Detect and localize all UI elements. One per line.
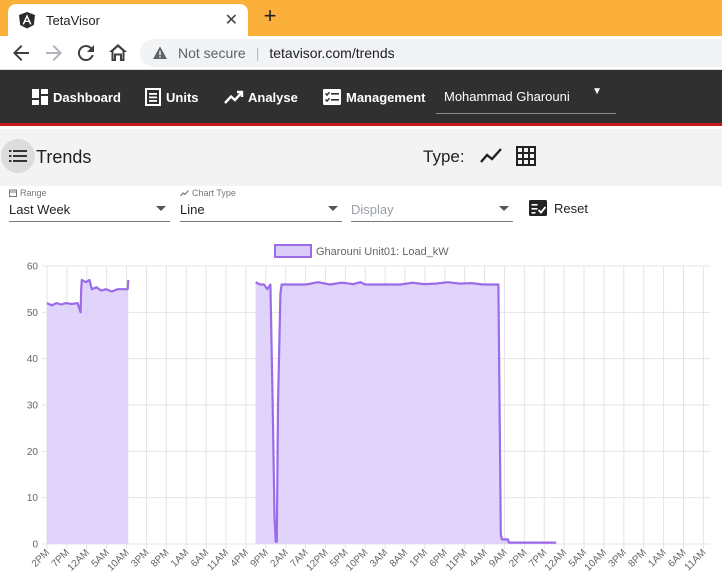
x-tick-label: 3AM — [368, 547, 390, 569]
y-tick-label: 50 — [27, 308, 39, 319]
user-name: Mohammad Gharouni — [444, 89, 570, 104]
units-icon — [145, 88, 161, 106]
table-grid-type-icon[interactable] — [516, 146, 536, 166]
checklist-icon — [529, 200, 547, 216]
browser-tab-strip: TetaVisor ✕ + — [0, 0, 722, 36]
legend-label[interactable]: Gharouni Unit01: Load_kW — [316, 246, 449, 258]
range-value: Last Week — [9, 202, 71, 217]
series-area-fill — [47, 279, 129, 544]
nav-analyse[interactable]: Analyse — [224, 88, 298, 106]
list-menu-button[interactable] — [1, 139, 35, 173]
x-tick-label: 3PM — [129, 547, 151, 569]
management-icon — [323, 89, 341, 105]
range-caret-icon — [156, 206, 166, 211]
x-tick-label: 11AM — [205, 547, 231, 573]
trend-chart: 0102030405060 2PM7PM12AM5AM10AM3PM8PM1AM… — [27, 244, 710, 574]
x-tick-label: 9PM — [249, 547, 271, 569]
x-tick-label: 4PM — [229, 547, 251, 569]
series-area-fill — [255, 282, 557, 544]
user-menu-caret-icon: ▼ — [592, 86, 602, 97]
y-tick-label: 40 — [27, 354, 39, 365]
chart-type-select[interactable]: Chart Type Line — [180, 186, 342, 222]
omnibox-separator: | — [255, 45, 260, 61]
x-axis-ticks: 2PM7PM12AM5AM10AM3PM8PM1AM6AM11AM4PM9PM2… — [30, 547, 709, 573]
nav-dashboard-label: Dashboard — [53, 89, 121, 105]
tab-close-icon[interactable]: ✕ — [225, 10, 238, 30]
not-secure-label: Not secure — [178, 45, 246, 61]
x-tick-label: 2AM — [268, 547, 290, 569]
angular-logo-icon — [19, 12, 35, 29]
x-tick-label: 10AM — [105, 547, 131, 573]
series-area — [46, 278, 557, 544]
x-tick-label: 12PM — [304, 547, 330, 573]
list-icon — [9, 150, 27, 162]
new-tab-button[interactable]: + — [258, 5, 282, 29]
chart-type-label-row: Chart Type — [180, 188, 236, 198]
browser-tab[interactable]: TetaVisor ✕ — [8, 4, 248, 36]
nav-dashboard[interactable]: Dashboard — [31, 88, 121, 106]
x-tick-label: 11PM — [444, 547, 470, 573]
x-tick-label: 2PM — [507, 547, 529, 569]
display-select[interactable]: Display — [351, 186, 513, 222]
chart-legend: Gharouni Unit01: Load_kW — [274, 244, 449, 258]
back-arrow-icon[interactable] — [9, 41, 33, 65]
x-tick-label: 1AM — [646, 547, 668, 569]
nav-analyse-label: Analyse — [248, 89, 298, 105]
x-tick-label: 1AM — [169, 547, 191, 569]
y-tick-label: 60 — [27, 262, 39, 273]
display-placeholder: Display — [351, 202, 394, 217]
page-title: Trends — [36, 147, 92, 167]
app-navbar: Dashboard Units Analyse Management Moham… — [0, 70, 722, 126]
y-tick-label: 20 — [27, 447, 39, 458]
x-tick-label: 10PM — [344, 547, 370, 573]
url-text[interactable]: tetavisor.com/trends — [269, 45, 394, 61]
user-menu-select[interactable]: Mohammad Gharouni ▼ — [436, 80, 616, 114]
address-bar: Not secure | tetavisor.com/trends — [0, 36, 722, 70]
x-tick-label: 8AM — [388, 547, 410, 569]
reset-button[interactable]: Reset — [528, 199, 588, 217]
trends-header: Trends Type: — [0, 129, 722, 186]
x-tick-label: 11AM — [683, 547, 709, 573]
x-tick-label: 12AM — [66, 547, 92, 573]
type-label: Type: — [423, 147, 465, 166]
nav-units-label: Units — [166, 89, 199, 105]
trending-up-icon — [224, 90, 244, 104]
x-tick-label: 2PM — [30, 547, 52, 569]
x-tick-label: 8PM — [627, 547, 649, 569]
reload-icon[interactable] — [74, 41, 98, 65]
x-tick-label: 9AM — [487, 547, 509, 569]
legend-swatch[interactable] — [274, 244, 312, 258]
chart-type-value: Line — [180, 202, 205, 217]
dashboard-icon — [32, 89, 48, 105]
x-tick-label: 3PM — [607, 547, 629, 569]
x-tick-label: 12AM — [543, 547, 569, 573]
chart-type-caret-icon — [328, 206, 338, 211]
line-chart-type-icon[interactable] — [480, 146, 502, 166]
forward-arrow-icon[interactable] — [42, 41, 66, 65]
trend-small-icon — [180, 190, 189, 197]
nav-units[interactable]: Units — [144, 88, 199, 106]
x-tick-label: 10AM — [583, 547, 609, 573]
range-label: Range — [20, 188, 47, 198]
home-icon[interactable] — [106, 41, 130, 65]
x-tick-label: 1PM — [408, 547, 430, 569]
range-label-row: Range — [9, 188, 47, 198]
y-tick-label: 10 — [27, 493, 39, 504]
x-tick-label: 4AM — [467, 547, 489, 569]
nav-management-label: Management — [346, 89, 426, 105]
nav-management[interactable]: Management — [322, 88, 425, 106]
chart-type-label: Chart Type — [192, 188, 236, 198]
y-tick-label: 0 — [32, 540, 38, 551]
y-tick-label: 30 — [27, 401, 39, 412]
omnibox[interactable]: Not secure | tetavisor.com/trends — [140, 39, 722, 67]
calendar-icon — [9, 189, 17, 197]
x-tick-label: 8PM — [149, 547, 171, 569]
y-axis-ticks: 0 10 20 30 40 50 60 — [27, 262, 39, 551]
display-caret-icon — [499, 206, 509, 211]
warning-icon[interactable] — [152, 45, 168, 61]
reset-label: Reset — [554, 200, 588, 216]
range-select[interactable]: Range Last Week — [9, 186, 170, 222]
tab-title: TetaVisor — [46, 12, 100, 28]
